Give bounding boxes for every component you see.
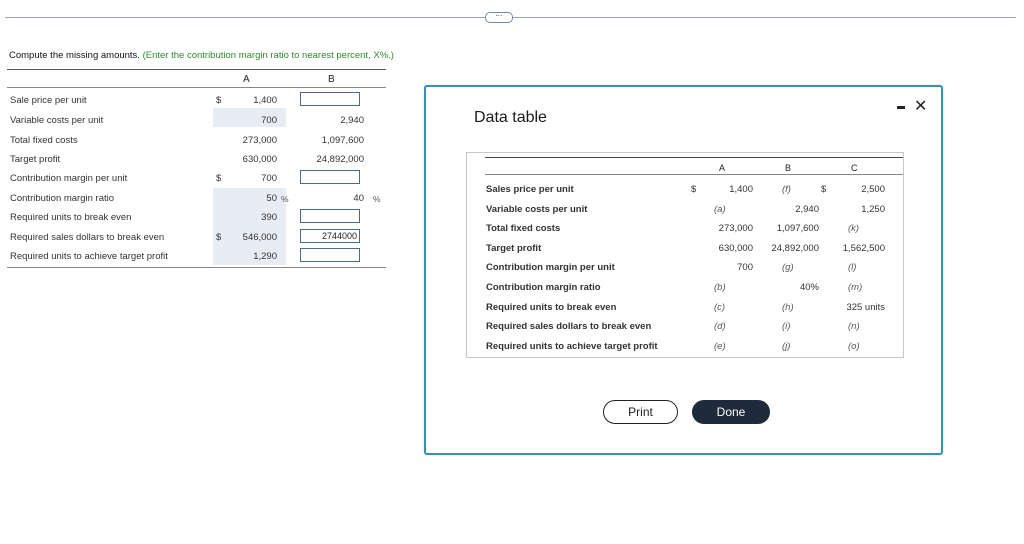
column-b-cell: (j) [782, 341, 791, 352]
instruction-text: Compute the missing amounts. (Enter the … [9, 50, 394, 61]
column-b-cell: 24,892,000 [771, 243, 819, 254]
row-label: Target profit [10, 154, 61, 165]
column-b-cell: (f) [782, 184, 791, 195]
column-a-cell: (c) [714, 302, 726, 313]
column-c-cell: 2,500 [861, 184, 885, 195]
table-rule [7, 87, 386, 88]
column-b-cell: (g) [782, 262, 794, 273]
data-row-label: Required units to break even [486, 302, 617, 313]
column-a-value: 1,290 [253, 251, 277, 262]
column-header-a: A [243, 74, 250, 85]
data-row-label: Contribution margin ratio [486, 282, 601, 293]
print-button[interactable]: Print [603, 400, 678, 424]
column-b-cell: (h) [782, 302, 794, 313]
column-b-input[interactable] [300, 209, 360, 223]
currency-symbol: $ [216, 173, 222, 184]
row-label: Total fixed costs [10, 135, 78, 146]
column-header-c: C [851, 163, 858, 173]
column-a-value: 700 [261, 115, 277, 126]
currency-symbol: $ [216, 232, 222, 243]
column-a-cell: (b) [714, 282, 726, 293]
column-a-value: 700 [261, 173, 277, 184]
column-b-cell: 40% [799, 282, 819, 293]
row-label: Variable costs per unit [10, 115, 104, 126]
table-rule [485, 174, 903, 175]
row-label: Required units to break even [10, 212, 132, 223]
row-label: Contribution margin ratio [10, 193, 115, 204]
column-a-cell: (e) [714, 341, 726, 352]
column-a-cell: 700 [737, 262, 753, 273]
column-b-input[interactable] [300, 248, 360, 262]
column-c-cell: (o) [848, 341, 860, 352]
column-c-cell: (l) [848, 262, 857, 273]
data-row-label: Required units to achieve target profit [486, 341, 658, 352]
column-b-input[interactable] [300, 229, 360, 243]
column-c-cell: 325 units [846, 302, 885, 313]
table-rule [7, 267, 386, 268]
column-a-value: 273,000 [242, 135, 277, 146]
column-b-cell: 2,940 [795, 204, 819, 215]
close-icon[interactable]: ✕ [914, 96, 927, 116]
column-a-value: 630,000 [242, 154, 277, 165]
column-a-value: 390 [261, 212, 277, 223]
column-header-b: B [328, 74, 335, 85]
column-c-cell: (n) [848, 321, 860, 332]
data-row-label: Required sales dollars to break even [486, 321, 652, 332]
currency-symbol: $ [216, 95, 222, 106]
column-a-value: 1,400 [253, 95, 277, 106]
table-rule [7, 69, 386, 70]
column-c-cell: 1,562,500 [842, 243, 885, 254]
data-row-label: Contribution margin per unit [486, 262, 615, 273]
table-rule [485, 157, 903, 158]
column-b-cell: 1,097,600 [776, 223, 819, 234]
data-table-dialog: Data table ✕ A B C Sales price per unit $… [424, 85, 943, 455]
worksheet-table: A B Sale price per unit $1,400 Variable co… [7, 69, 386, 268]
column-a-cell: (d) [714, 321, 726, 332]
column-a-cell: 1,400 [729, 184, 753, 195]
column-a-cell: 630,000 [718, 243, 753, 254]
column-a-value: 546,000 [242, 232, 277, 243]
column-b-input[interactable] [300, 92, 360, 106]
column-c-cell: (k) [848, 223, 860, 234]
data-row-label: Target profit [486, 243, 542, 254]
data-row-label: Sales price per unit [486, 184, 574, 195]
dialog-title: Data table [474, 109, 547, 126]
column-a-cell: (a) [714, 204, 726, 215]
row-label: Sale price per unit [10, 95, 87, 106]
column-b-value: 24,892,000 [316, 154, 364, 165]
data-table: A B C Sales price per unit $1,400 $ (f) 2,50… [466, 152, 904, 358]
minimize-icon[interactable] [897, 106, 905, 109]
column-header-b: B [785, 163, 792, 173]
column-b-value: 1,097,600 [321, 135, 364, 146]
column-a-value: 50 [266, 193, 277, 204]
column-b-cell: (i) [782, 321, 791, 332]
column-b-value: 2,940 [340, 115, 364, 126]
column-b-input[interactable] [300, 170, 360, 184]
column-header-a: A [719, 163, 726, 173]
more-options-button[interactable]: ⋯ [485, 12, 513, 23]
data-row-label: Total fixed costs [486, 223, 561, 234]
currency-symbol: $ [821, 184, 827, 195]
column-b-value: 40 [353, 193, 364, 204]
row-label: Required units to achieve target profit [10, 251, 168, 262]
column-a-cell: 273,000 [718, 223, 753, 234]
instruction-main: Compute the missing amounts. [9, 50, 140, 61]
percent-sign: % [373, 194, 381, 204]
row-label: Contribution margin per unit [10, 173, 128, 184]
instruction-hint: (Enter the contribution margin ratio to … [142, 50, 394, 61]
currency-symbol: $ [691, 184, 697, 195]
data-row-label: Variable costs per unit [486, 204, 588, 215]
row-label: Required sales dollars to break even [10, 232, 165, 243]
column-c-cell: 1,250 [861, 204, 885, 215]
column-c-cell: (m) [848, 282, 863, 293]
done-button[interactable]: Done [692, 400, 770, 424]
percent-sign: % [281, 194, 289, 204]
